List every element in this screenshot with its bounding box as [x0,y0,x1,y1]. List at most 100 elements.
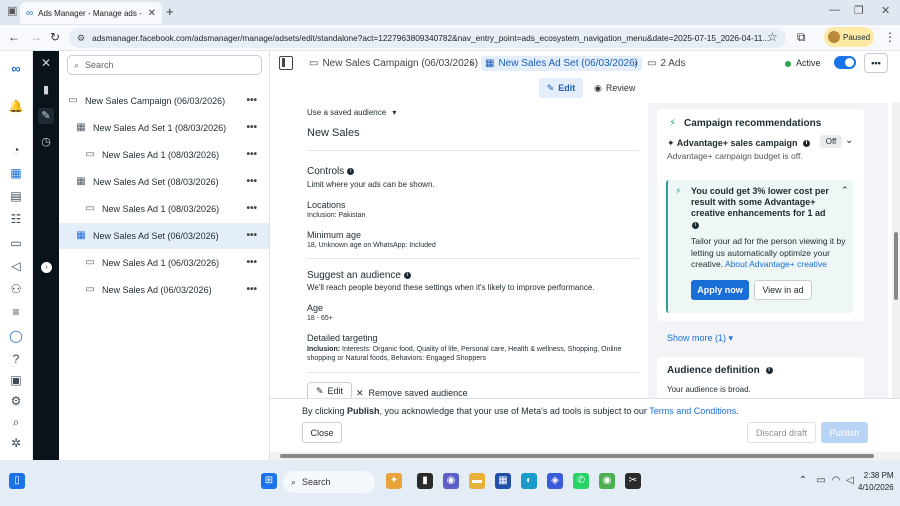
whatsapp-icon[interactable]: ✆ [573,473,589,489]
new-tab-icon[interactable]: + [166,4,174,19]
more-options-icon[interactable]: ••• [246,230,257,241]
meta-ai-icon[interactable]: ◯ [8,328,24,344]
more-actions-button[interactable]: ••• [864,53,888,73]
volume-icon[interactable]: ◁ [842,473,858,489]
back-icon[interactable]: ← [8,30,20,44]
pencil-edit-icon[interactable]: ✎ [38,108,54,124]
chevron-down-icon[interactable]: ⌄ [845,135,853,146]
more-options-icon[interactable]: ••• [246,203,257,214]
copilot-icon[interactable]: ◈ [547,473,563,489]
browser-tab[interactable]: ∞ Ads Manager - Manage ads - C ✕ [20,2,162,24]
info-icon[interactable]: i [692,222,699,229]
teams-icon[interactable]: ◉ [443,473,459,489]
debug-icon[interactable]: ✲ [8,435,24,451]
more-options-icon[interactable]: ••• [246,122,257,133]
widgets-icon[interactable]: ▯ [9,473,25,489]
settings-icon[interactable]: ⚙ [8,393,24,409]
remove-saved-audience-button[interactable]: ✕ Remove saved audience [356,388,468,398]
edit-audience-button[interactable]: ✎ Edit [307,382,352,398]
info-icon[interactable]: i [765,366,773,374]
restore-icon[interactable]: ❐ [854,4,864,17]
tab-actions-icon[interactable]: ▣ [7,4,17,17]
tree-item-ad[interactable]: ▭ New Sales Ad 1 (06/03/2026) ••• [59,250,269,276]
saved-audience-dropdown[interactable]: Use a saved audience ▾ [307,108,396,117]
meta-logo-icon[interactable]: ∞ [8,61,24,77]
history-icon[interactable]: ◷ [38,134,54,150]
address-bar[interactable]: ⚙ adsmanager.facebook.com/adsmanager/man… [69,28,786,48]
snipping-tool-icon[interactable]: ✂ [625,473,641,489]
start-icon[interactable]: ⊞ [261,473,277,489]
info-icon[interactable]: i [347,167,355,175]
scrollbar-thumb[interactable] [280,454,874,458]
billing-icon[interactable]: ▭ [8,235,24,251]
help-icon[interactable]: ? [8,351,24,367]
close-window-icon[interactable]: ✕ [881,4,890,17]
browser-menu-icon[interactable]: ⋮ [884,30,896,44]
chevron-up-icon[interactable]: ⌃ [795,473,811,489]
extensions-icon[interactable]: ⧉ [797,30,806,45]
menu-icon[interactable]: ≡ [8,304,24,320]
tree-item-adset[interactable]: ▦ New Sales Ad Set (08/03/2026) ••• [59,169,269,195]
more-options-icon[interactable]: ••• [246,284,257,295]
news-icon[interactable]: ✦ [386,473,402,489]
file-explorer-icon[interactable]: ▬ [469,473,485,489]
horizontal-scrollbar[interactable] [270,452,900,460]
profile-button[interactable]: Paused [824,27,874,47]
tab-edit[interactable]: ✎ Edit [539,78,583,98]
tree-search-input[interactable]: ⌕ Search [67,55,262,75]
site-info-icon[interactable]: ⚙ [77,33,85,44]
more-options-icon[interactable]: ••• [246,95,257,106]
notifications-icon[interactable]: 🔔 [8,98,24,114]
chart-icon[interactable]: ▮ [38,82,54,98]
close-tab-icon[interactable]: ✕ [148,8,156,19]
search-icon[interactable]: ⌕ [8,414,24,430]
info-icon[interactable]: i [803,140,811,148]
toggle-sidebar-icon[interactable] [279,56,293,70]
tree-item-campaign[interactable]: ▭ New Sales Campaign (06/03/2026) ••• [59,88,269,114]
breadcrumb-ads[interactable]: ▭ 2 Ads [647,58,685,69]
more-options-icon[interactable]: ••• [246,257,257,268]
vertical-scrollbar[interactable] [892,102,900,399]
events-icon[interactable]: ▣ [8,372,24,388]
store-icon[interactable]: ▦ [495,473,511,489]
overview-icon[interactable]: ◔ [8,142,24,158]
breadcrumb-campaign[interactable]: ▭ New Sales Campaign (06/03/2026) [309,58,478,69]
clock[interactable]: 2:38 PM 4/10/2026 [858,470,894,494]
minimize-icon[interactable]: — [829,4,840,16]
chevron-up-icon[interactable]: ⌃ [841,185,849,196]
tree-item-adset[interactable]: ▦ New Sales Ad Set 1 (08/03/2026) ••• [59,115,269,141]
ads-reporting-icon[interactable]: ◁ [8,258,24,274]
bookmark-star-icon[interactable]: ☆ [767,30,778,44]
display-icon[interactable]: ▭ [813,473,829,489]
show-more-link[interactable]: Show more (1) ▾ [667,333,733,344]
audiences-icon[interactable]: ☷ [8,211,24,227]
chrome-icon[interactable]: ◉ [599,473,615,489]
forward-icon[interactable]: → [30,30,42,44]
view-in-ad-button[interactable]: View in ad [754,280,812,300]
close-editor-icon[interactable]: ✕ [38,55,54,71]
more-options-icon[interactable]: ••• [246,176,257,187]
tree-item-ad[interactable]: ▭ New Sales Ad 1 (08/03/2026) ••• [59,196,269,222]
reload-icon[interactable]: ↻ [50,30,60,44]
tree-item-ad[interactable]: ▭ New Sales Ad (06/03/2026) ••• [59,277,269,303]
terms-link[interactable]: Terms and Conditions [649,406,736,416]
more-options-icon[interactable]: ••• [246,149,257,160]
about-advantage-creative-link[interactable]: About Advantage+ creative [725,259,827,269]
close-button[interactable]: Close [302,422,342,443]
campaigns-icon[interactable]: ▦ [8,165,24,181]
discard-draft-button[interactable]: Discard draft [747,422,816,443]
tree-item-adset-selected[interactable]: ▦ New Sales Ad Set (06/03/2026) ••• [59,223,269,249]
task-view-icon[interactable]: ▮ [417,473,433,489]
active-toggle[interactable] [834,56,856,69]
apply-now-button[interactable]: Apply now [691,280,749,300]
edge-icon[interactable]: ◐ [521,473,537,489]
tab-review[interactable]: ◉ Review [594,78,635,98]
taskbar-search[interactable]: ⌕ Search [283,471,375,493]
tree-item-ad[interactable]: ▭ New Sales Ad 1 (08/03/2026) ••• [59,142,269,168]
account-icon[interactable]: ⚇ [8,281,24,297]
expand-arrow-icon[interactable]: › [41,262,52,273]
breadcrumb-adset[interactable]: ▦ New Sales Ad Set (06/03/2026) [481,56,642,71]
reports-icon[interactable]: ▤ [8,188,24,204]
info-icon[interactable]: i [403,271,411,279]
publish-button[interactable]: Publish [821,422,868,443]
